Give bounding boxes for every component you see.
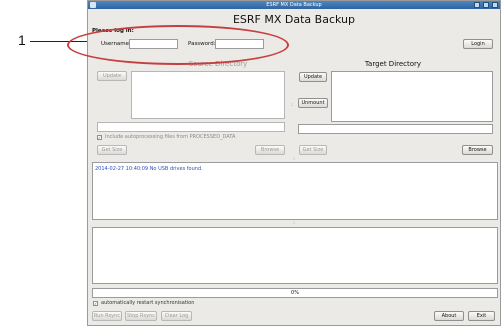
target-getsize-button[interactable]: Get Size — [299, 145, 327, 155]
target-update-button[interactable]: Update — [299, 72, 327, 82]
about-button[interactable]: About — [434, 311, 464, 321]
maximize-icon[interactable] — [483, 2, 489, 8]
highlight-ellipse — [67, 25, 289, 65]
target-directory-title: Target Directory — [364, 60, 422, 68]
target-path-field[interactable] — [298, 124, 493, 134]
exit-button[interactable]: Exit — [468, 311, 495, 321]
clear-log-button[interactable]: Clear Log — [161, 311, 192, 321]
window-menu-icon[interactable] — [90, 2, 96, 8]
source-path-field[interactable] — [97, 122, 285, 132]
vertical-splitter-handle[interactable]: : — [289, 103, 295, 108]
target-directory-list[interactable] — [331, 71, 493, 122]
window-titlebar: ESRF MX Data Backup — [88, 1, 500, 9]
log-line: 2014-02-27 10:40:09 No USB drives found. — [95, 166, 203, 172]
login-button[interactable]: Login — [463, 39, 493, 49]
source-update-button[interactable]: Update — [97, 71, 127, 81]
annotation-number: 1 — [18, 32, 26, 48]
minimize-icon[interactable] — [474, 2, 480, 8]
source-directory-list[interactable] — [131, 71, 285, 119]
target-unmount-button[interactable]: Unmount — [298, 98, 328, 108]
app-title: ESRF MX Data Backup — [232, 13, 355, 26]
include-autoprocessing-checkbox[interactable]: ✓ — [97, 135, 102, 140]
auto-restart-checkbox[interactable]: ✓ — [93, 301, 98, 306]
source-getsize-button[interactable]: Get Size — [97, 145, 127, 155]
auto-restart-label: automatically restart synchronisation — [101, 300, 195, 306]
progress-text: 0% — [291, 290, 299, 296]
progress-bar: 0% — [92, 288, 498, 298]
log-area[interactable]: 2014-02-27 10:40:09 No USB drives found. — [92, 162, 498, 220]
target-browse-button[interactable]: Browse — [462, 145, 493, 155]
include-autoprocessing-label: Include autoprocessing files from PROCES… — [105, 134, 236, 140]
source-browse-button[interactable]: Browse — [255, 145, 285, 155]
close-icon[interactable] — [492, 2, 498, 8]
window-title: ESRF MX Data Backup — [266, 2, 322, 8]
horizontal-splitter-handle-bottom[interactable]: : — [291, 221, 297, 226]
run-rsync-button[interactable]: Run Rsync — [92, 311, 122, 321]
stop-rsync-button[interactable]: Stop Rsync — [125, 311, 157, 321]
output-area[interactable] — [92, 227, 498, 284]
